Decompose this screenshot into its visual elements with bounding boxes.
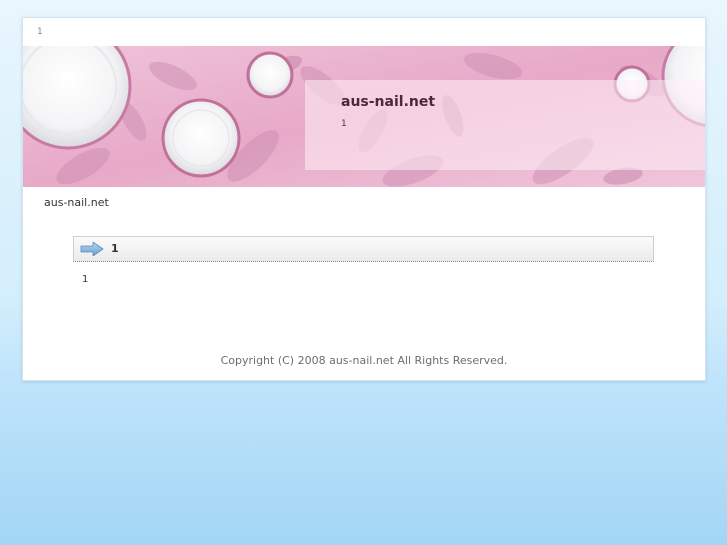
breadcrumb[interactable]: aus-nail.net	[44, 196, 109, 209]
page-background: { "header": { "top_label": "1" }, "banne…	[0, 0, 727, 545]
header-banner: aus-nail.net 1	[23, 46, 705, 187]
section-header: 1	[73, 236, 654, 262]
top-bar-label: 1	[37, 27, 43, 37]
section-body: 1	[82, 274, 89, 285]
banner-title-panel: aus-nail.net 1	[305, 80, 705, 170]
site-subtitle: 1	[341, 119, 347, 129]
section-title: 1	[111, 242, 119, 255]
content-container: 1 aus-nail.net 1 aus-nail.net 1 1 Copyri…	[22, 17, 706, 381]
top-bar: 1	[23, 18, 705, 46]
plate-medium	[161, 98, 241, 178]
footer-copyright: Copyright (C) 2008 aus-nail.net All Righ…	[220, 354, 508, 367]
site-title[interactable]: aus-nail.net	[341, 94, 435, 110]
plate-small	[246, 51, 294, 99]
arrow-right-icon	[80, 241, 104, 260]
